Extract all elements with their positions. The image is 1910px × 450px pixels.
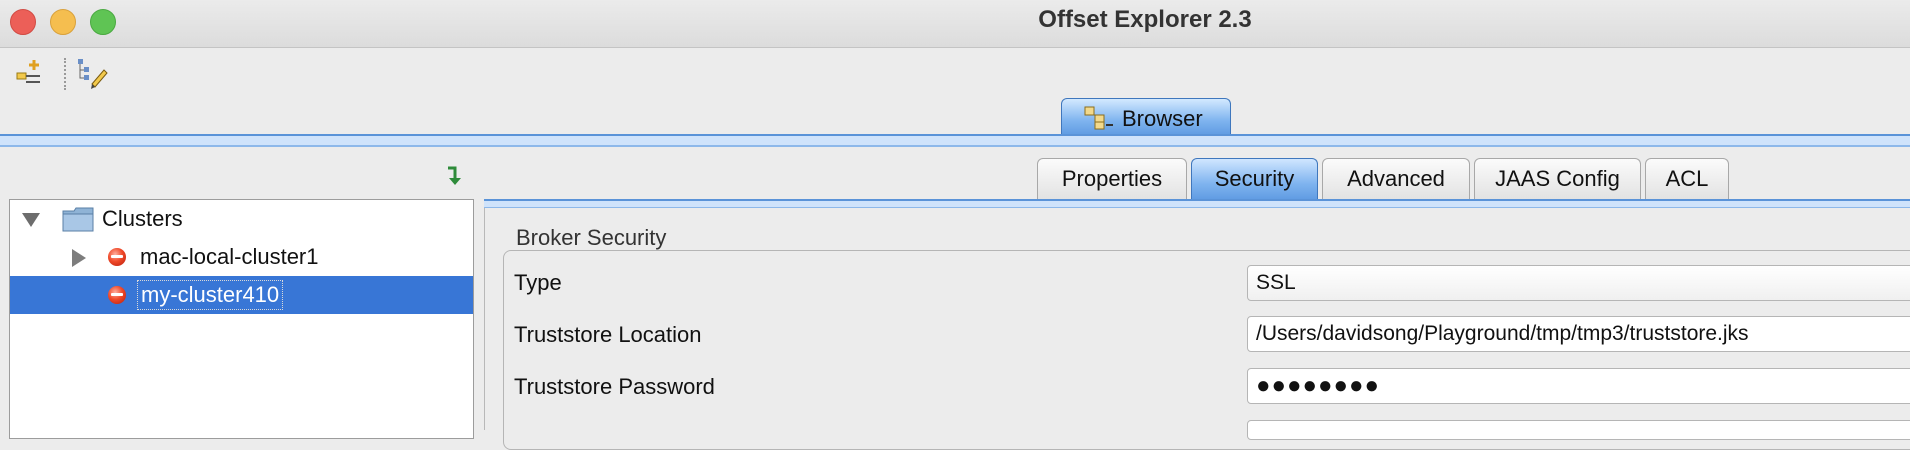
tab-label: Properties xyxy=(1061,166,1163,191)
tree-root-clusters[interactable]: Clusters xyxy=(10,200,473,238)
tree-item-label: mac-local-cluster1 xyxy=(140,244,319,269)
cluster-disconnected-icon xyxy=(108,248,126,266)
tab-label: Security xyxy=(1214,166,1295,191)
collapsed-arrow-icon[interactable] xyxy=(72,249,86,267)
security-type-select[interactable]: SSL xyxy=(1247,265,1910,301)
tree-item-my-cluster410[interactable]: my-cluster410 xyxy=(10,276,473,314)
edit-tree-icon xyxy=(78,59,108,89)
browser-tree-icon xyxy=(1084,106,1114,135)
type-label: Type xyxy=(514,270,562,295)
tab-browser-label: Browser xyxy=(1122,106,1203,131)
truststore-location-field[interactable]: /Users/davidsong/Playground/tmp/tmp3/tru… xyxy=(1247,316,1910,352)
expanded-arrow-icon[interactable] xyxy=(22,213,40,227)
next-field[interactable] xyxy=(1247,420,1910,440)
truststore-password-label: Truststore Password xyxy=(514,374,715,399)
cluster-tree[interactable]: Clusters mac-local-cluster1 my-cluster41… xyxy=(9,199,474,439)
tree-item-label: my-cluster410 xyxy=(137,280,284,310)
tab-label: JAAS Config xyxy=(1495,166,1620,191)
add-cluster-button[interactable] xyxy=(14,56,50,90)
collapse-arrow-icon xyxy=(448,166,461,185)
tab-strip-divider xyxy=(0,134,1910,147)
window-title: Offset Explorer 2.3 xyxy=(1038,6,1252,33)
truststore-location-label: Truststore Location xyxy=(514,322,702,347)
add-cluster-icon xyxy=(16,60,40,83)
tab-browser[interactable]: Browser xyxy=(1061,98,1231,135)
title-bar: Offset Explorer 2.3 xyxy=(0,0,1910,48)
tree-root-label: Clusters xyxy=(102,206,183,231)
tree-item-mac-local-cluster1[interactable]: mac-local-cluster1 xyxy=(10,238,473,276)
tab-acl[interactable]: ACL xyxy=(1645,158,1729,200)
tab-advanced[interactable]: Advanced xyxy=(1322,158,1470,200)
edit-tree-button[interactable] xyxy=(74,56,110,90)
collapse-tree-button[interactable] xyxy=(445,164,469,193)
toolbar xyxy=(0,48,1910,98)
toolbar-separator xyxy=(64,58,66,90)
cluster-disconnected-icon xyxy=(108,286,126,304)
tab-label: ACL xyxy=(1665,166,1709,191)
tab-jaas-config[interactable]: JAAS Config xyxy=(1474,158,1641,200)
group-title: Broker Security xyxy=(516,225,667,250)
folder-icon xyxy=(62,207,94,232)
tab-security[interactable]: Security xyxy=(1191,158,1318,200)
tab-label: Advanced xyxy=(1347,166,1445,191)
tab-properties[interactable]: Properties xyxy=(1037,158,1187,200)
subtab-divider xyxy=(484,199,1910,208)
truststore-password-field[interactable]: ●●●●●●●● xyxy=(1247,368,1910,404)
